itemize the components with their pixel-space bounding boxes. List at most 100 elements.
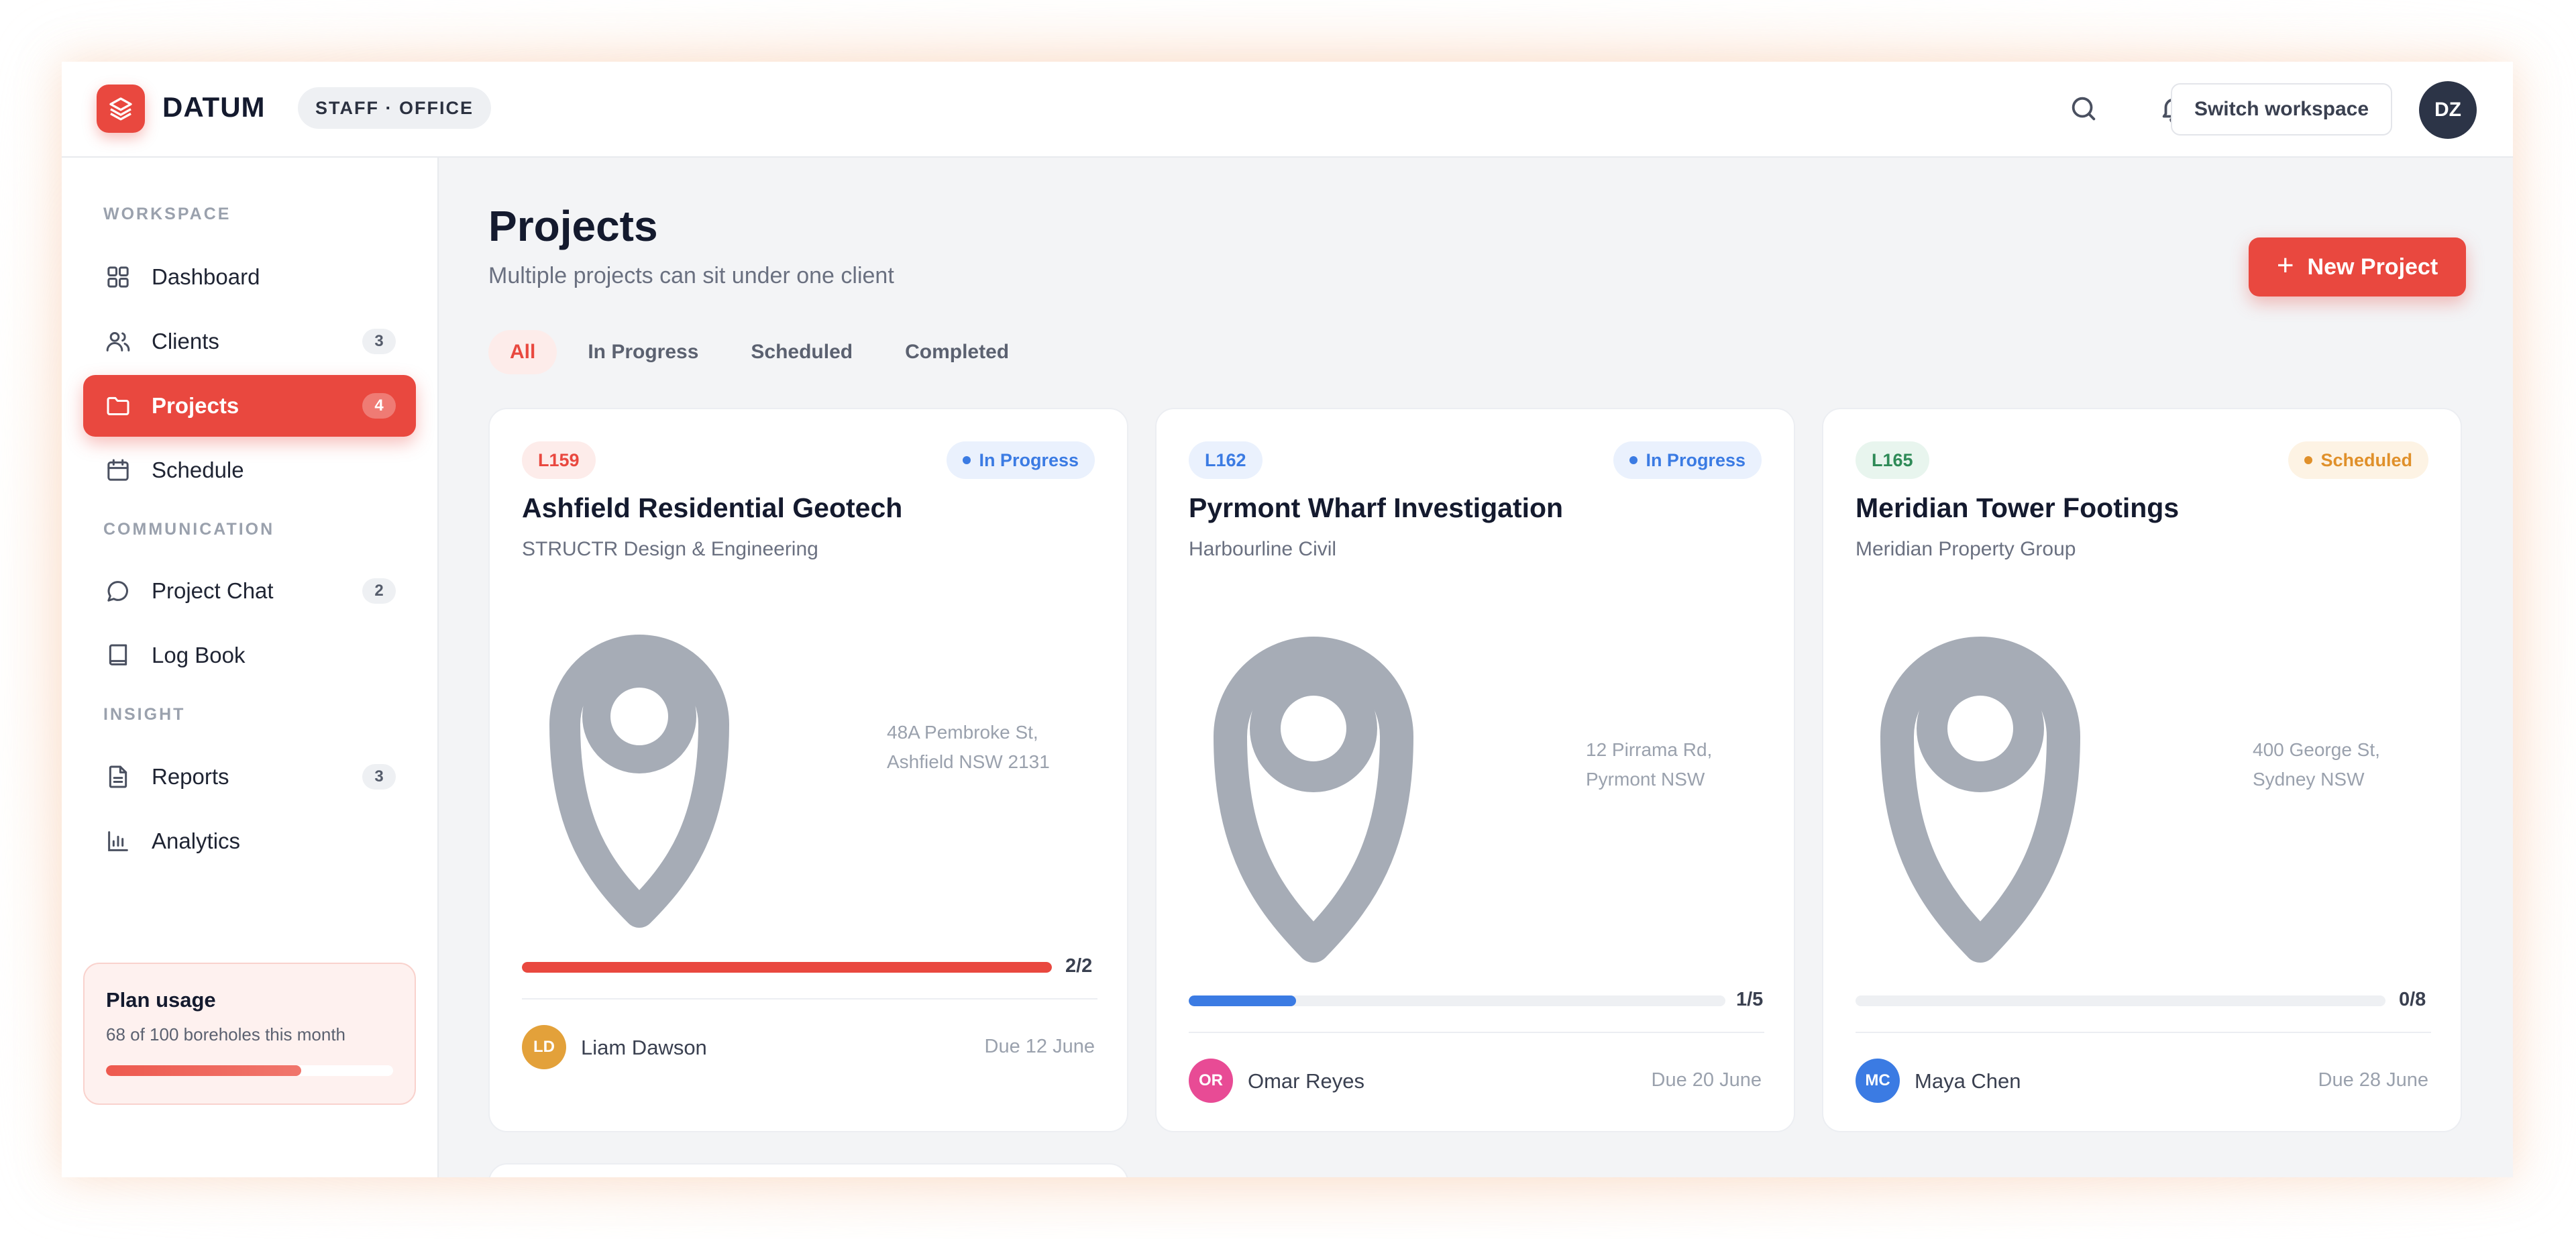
plan-usage-fill [106, 1065, 302, 1076]
plan-usage-subtitle: 68 of 100 boreholes this month [106, 1024, 346, 1044]
project-address: 48A Pembroke St, Ashfield NSW 2131 [887, 718, 1050, 777]
tab-completed[interactable]: Completed [883, 330, 1030, 374]
project-address: 400 George St, Sydney NSW [2253, 735, 2380, 794]
sidebar-item-dashboard[interactable]: Dashboard [83, 246, 416, 308]
sidebar-item-clients[interactable]: Clients 3 [83, 311, 416, 372]
sidebar: WORKSPACE Dashboard Clients 3 Projects 4 [62, 158, 439, 1177]
project-code-badge: L165 [1856, 441, 1929, 479]
due-date: Due 20 June [1651, 1069, 1762, 1091]
project-card[interactable]: L162 In Progress Pyrmont Wharf Investiga… [1155, 408, 1795, 1132]
owner-avatar: OR [1189, 1059, 1233, 1103]
project-card[interactable]: L165 Scheduled Meridian Tower Footings M… [1822, 408, 2462, 1132]
project-code-badge: L162 [1189, 441, 1263, 479]
owner-name: Maya Chen [1915, 1069, 2021, 1093]
status-badge: In Progress [1613, 441, 1762, 479]
map-pin-icon [549, 635, 729, 928]
page-subtitle: Multiple projects can sit under one clie… [488, 263, 894, 288]
status-label: Scheduled [2320, 449, 2412, 470]
sidebar-item-label: Clients [152, 329, 219, 354]
calendar-icon [103, 455, 133, 485]
card-divider [1856, 1032, 2431, 1033]
address-line-2: Ashfield NSW 2131 [887, 751, 1050, 772]
logo-layers-icon[interactable] [97, 85, 145, 133]
project-card[interactable]: L159 In Progress Ashfield Residential Ge… [488, 408, 1128, 1132]
switch-workspace-button[interactable]: Switch workspace [2171, 83, 2392, 136]
brand-name: DATUM [162, 91, 266, 123]
plan-usage-card: Plan usage 68 of 100 boreholes this mont… [83, 963, 416, 1105]
status-label: In Progress [1646, 449, 1746, 470]
address-line-1: 12 Pirrama Rd, [1586, 739, 1713, 760]
address-line-1: 400 George St, [2253, 739, 2380, 760]
count-badge: 4 [362, 393, 396, 419]
project-client: Meridian Property Group [1856, 538, 2076, 560]
due-date: Due 12 June [984, 1036, 1095, 1057]
sidebar-item-log-book[interactable]: Log Book [83, 625, 416, 686]
address-line-2: Pyrmont NSW [1586, 769, 1705, 790]
status-badge: In Progress [947, 441, 1095, 479]
sidebar-item-reports[interactable]: Reports 3 [83, 746, 416, 808]
sidebar-item-label: Schedule [152, 457, 244, 482]
new-project-label: New Project [2307, 254, 2438, 280]
app-window: DATUM STAFF · OFFICE Switch workspace DZ… [62, 62, 2513, 1177]
sidebar-item-analytics[interactable]: Analytics [83, 810, 416, 872]
project-client: STRUCTR Design & Engineering [522, 538, 818, 560]
project-address: 12 Pirrama Rd, Pyrmont NSW [1586, 735, 1712, 794]
users-icon [103, 327, 133, 356]
page-title: Projects [488, 202, 658, 250]
sidebar-item-project-chat[interactable]: Project Chat 2 [83, 560, 416, 622]
folder-icon [103, 391, 133, 421]
status-badge: Scheduled [2288, 441, 2428, 479]
sidebar-item-schedule[interactable]: Schedule [83, 439, 416, 501]
progress-label: 2/2 [1065, 955, 1093, 977]
project-title: Pyrmont Wharf Investigation [1189, 492, 1564, 523]
section-label-workspace: WORKSPACE [103, 205, 231, 223]
progress-bar [1189, 995, 1725, 1006]
tab-in-progress[interactable]: In Progress [566, 330, 720, 374]
tab-all[interactable]: All [488, 330, 557, 374]
sidebar-item-label: Projects [152, 393, 239, 418]
map-pin-icon [1214, 637, 1413, 963]
plan-usage-bar [106, 1065, 393, 1076]
owner-name: Omar Reyes [1248, 1069, 1364, 1093]
sidebar-item-label: Analytics [152, 828, 241, 853]
count-badge: 3 [362, 764, 396, 790]
project-title: Ashfield Residential Geotech [522, 492, 903, 523]
section-label-insight: INSIGHT [103, 705, 186, 724]
top-bar: DATUM STAFF · OFFICE Switch workspace DZ [62, 62, 2513, 158]
address-line-1: 48A Pembroke St, [887, 722, 1038, 743]
role-badge: STAFF · OFFICE [298, 87, 491, 129]
section-label-communication: COMMUNICATION [103, 520, 275, 539]
plus-icon: + [2276, 249, 2294, 282]
card-divider [1189, 1032, 1764, 1033]
owner-avatar: MC [1856, 1059, 1900, 1103]
chat-icon [103, 576, 133, 606]
tab-scheduled[interactable]: Scheduled [729, 330, 874, 374]
sidebar-item-label: Dashboard [152, 264, 260, 289]
progress-label: 0/8 [2399, 989, 2426, 1010]
new-project-button[interactable]: + New Project [2249, 237, 2466, 297]
user-avatar[interactable]: DZ [2419, 81, 2477, 139]
status-dot [963, 456, 971, 464]
sidebar-item-projects[interactable]: Projects 4 [83, 375, 416, 437]
status-label: In Progress [979, 449, 1079, 470]
count-badge: 2 [362, 578, 396, 604]
search-icon[interactable] [2063, 89, 2104, 129]
project-client: Harbourline Civil [1189, 538, 1337, 560]
sidebar-item-label: Project Chat [152, 578, 274, 603]
due-date: Due 28 June [2318, 1069, 2428, 1091]
progress-fill [1189, 995, 1296, 1006]
bar-chart-icon [103, 826, 133, 856]
status-dot [2304, 456, 2313, 464]
sidebar-item-label: Log Book [152, 643, 246, 667]
address-line-2: Sydney NSW [2253, 769, 2365, 790]
project-card-partial[interactable] [488, 1163, 1128, 1177]
card-divider [522, 998, 1097, 1000]
owner-name: Liam Dawson [581, 1036, 707, 1059]
progress-label: 1/5 [1736, 989, 1764, 1010]
map-pin-icon [1880, 637, 2080, 963]
book-icon [103, 641, 133, 670]
progress-bar [522, 962, 1052, 973]
file-icon [103, 762, 133, 792]
progress-fill [522, 962, 1052, 973]
project-code-badge: L159 [522, 441, 596, 479]
